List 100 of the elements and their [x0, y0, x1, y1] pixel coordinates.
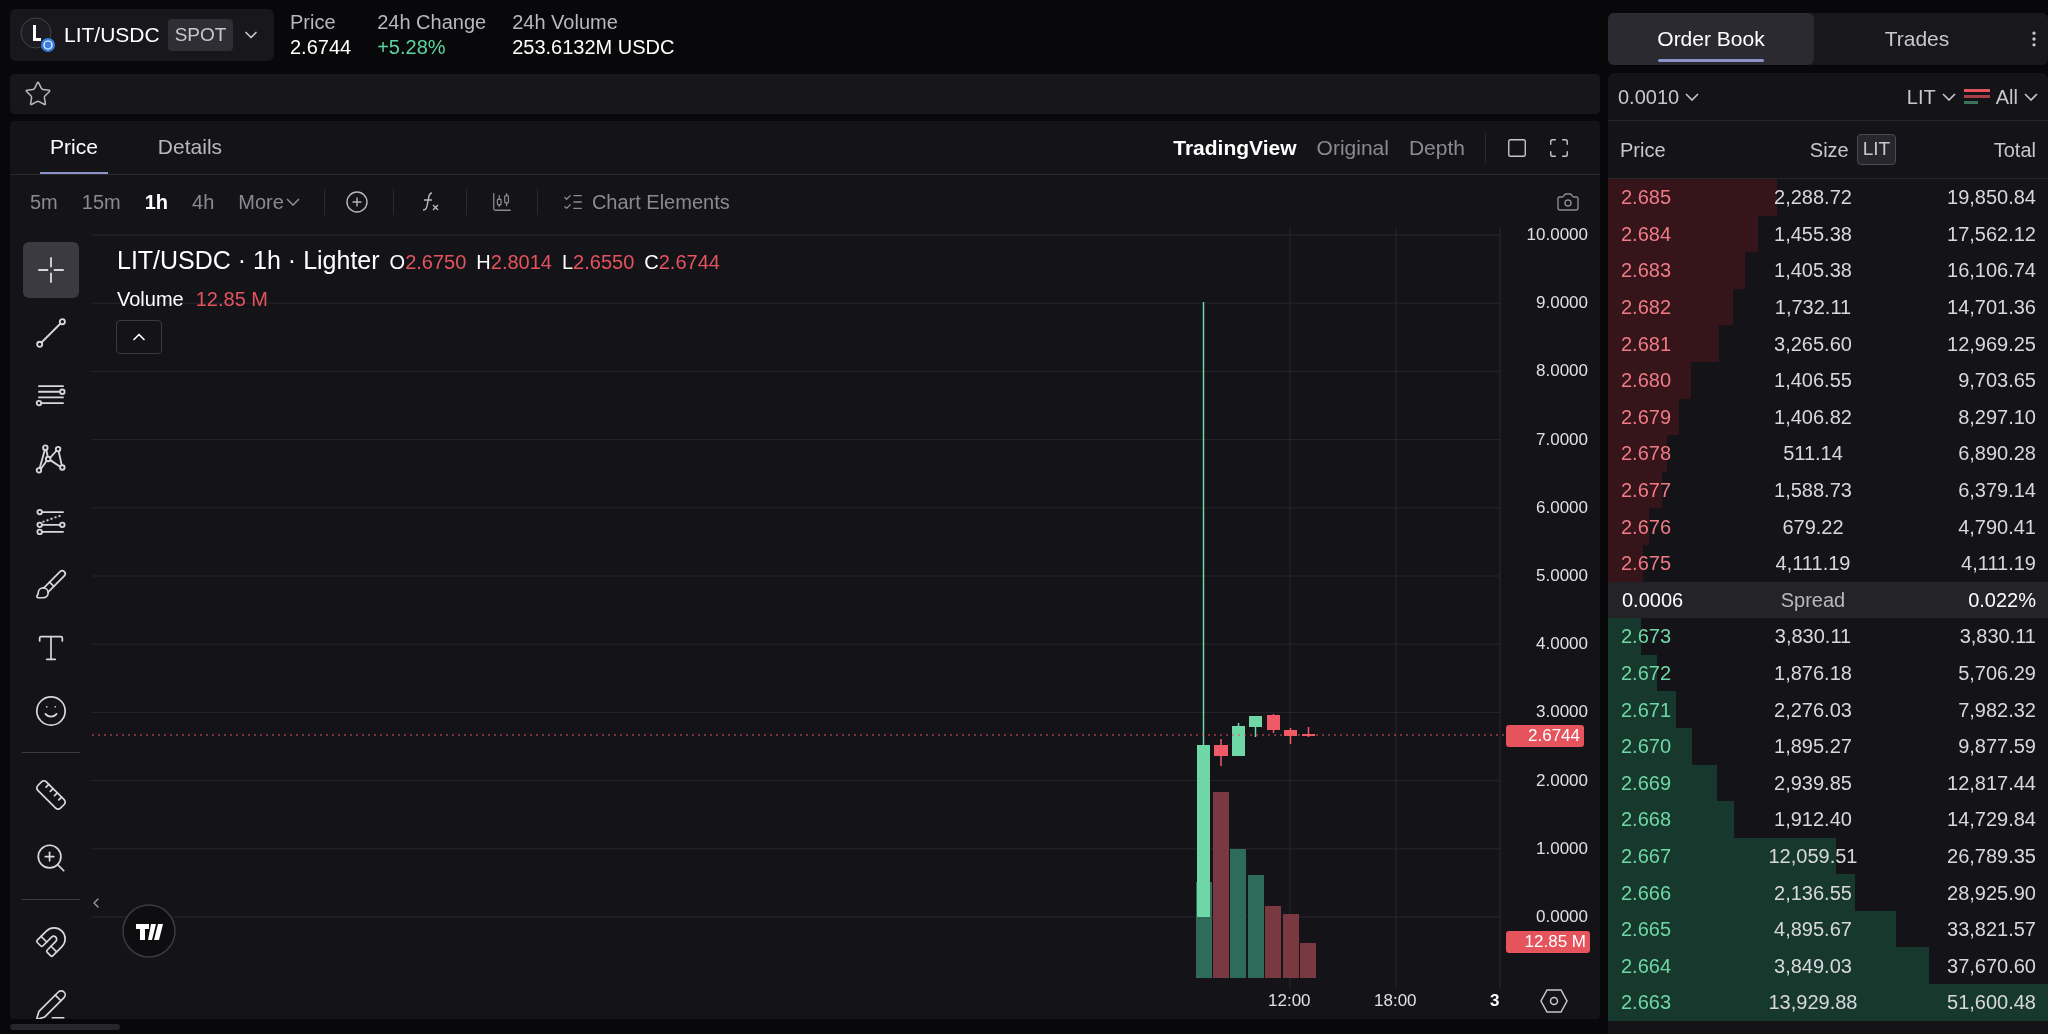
order-book-tab[interactable]: Trades	[1814, 13, 2020, 65]
interval-button[interactable]: 5m	[30, 186, 58, 217]
add-indicator-icon[interactable]	[344, 189, 369, 214]
order-size: 1,876.18	[1773, 661, 1853, 686]
order-book-tab[interactable]: Order Book	[1608, 13, 1814, 65]
pair-symbol: LIT/USDC	[64, 22, 160, 49]
spread-label: Spread	[1779, 587, 1847, 613]
price-axis-label: 7.0000	[1535, 430, 1588, 448]
order-total: 8,297.10	[1957, 404, 2037, 430]
order-price: 2.683	[1621, 259, 1672, 282]
ohlc-value: L2.6550	[561, 250, 635, 275]
order-price: 2.680	[1621, 369, 1672, 392]
square-icon[interactable]	[1506, 136, 1528, 159]
column-header: Total	[1992, 137, 2037, 163]
order-total: 14,729.84	[1946, 807, 2037, 833]
order-price: 2.673	[1621, 625, 1672, 648]
candle	[1232, 722, 1245, 757]
magnet-icon	[34, 924, 68, 959]
order-total: 9,703.65	[1957, 368, 2037, 394]
order-total: 5,706.29	[1957, 661, 2037, 686]
order-size: 3,849.03	[1773, 953, 1853, 979]
unit-dropdown[interactable]: LIT	[1906, 81, 1956, 112]
more-dropdown[interactable]: More	[238, 186, 300, 217]
column-header: Size	[1809, 137, 1849, 163]
order-total: 28,925.90	[1946, 880, 2037, 906]
stat-value: 253.6132M USDC	[512, 35, 675, 60]
interval-button[interactable]: 4h	[192, 186, 215, 217]
price-axis-label: 1.0000	[1535, 839, 1588, 857]
order-price: 2.677	[1621, 479, 1672, 502]
time-axis-label: 12:00	[1268, 992, 1311, 1009]
order-size: 2,288.72	[1773, 185, 1853, 211]
column-header: Price	[1619, 137, 1667, 163]
order-size: 1,406.55	[1773, 368, 1853, 394]
view-tab[interactable]: Depth	[1408, 131, 1465, 164]
order-price: 2.672	[1621, 662, 1672, 684]
scrollbar[interactable]	[10, 1023, 120, 1030]
volume-tag: 12.85 M	[1506, 931, 1590, 953]
chart-elements-button[interactable]: Chart Elements	[561, 186, 730, 217]
settings-icon[interactable]	[1540, 988, 1568, 1014]
order-total: 9,877.59	[1957, 734, 2037, 760]
chart-tab[interactable]: Details	[147, 121, 233, 174]
tick-size-dropdown[interactable]: 0.0010	[1618, 81, 1700, 112]
price-axis-label: 2.0000	[1535, 771, 1588, 789]
order-size: 1,406.82	[1773, 404, 1853, 430]
price-axis-label: 6.0000	[1535, 498, 1588, 516]
candle	[1267, 713, 1280, 734]
order-size: 679.22	[1781, 514, 1845, 540]
star-icon[interactable]	[24, 80, 52, 108]
logo-icon[interactable]	[122, 904, 176, 958]
fullscreen-icon[interactable]	[1548, 136, 1570, 159]
ohlc-value: O2.6750	[389, 250, 467, 275]
order-total: 6,890.28	[1957, 441, 2037, 467]
spread-percent: 0.022%	[1967, 587, 2037, 613]
side-filter-dropdown[interactable]: All	[1995, 81, 2038, 112]
chevron-down-icon	[1941, 92, 1956, 101]
order-total: 6,379.14	[1957, 478, 2037, 504]
order-size: 1,405.38	[1773, 258, 1853, 284]
chevron-down-icon	[285, 197, 300, 206]
volume-value: 12.85 M	[195, 286, 268, 312]
order-total: 14,701.36	[1946, 295, 2037, 321]
order-size: 4,111.19	[1774, 551, 1852, 577]
interval-button[interactable]: 1h	[144, 186, 169, 217]
order-price: 2.665	[1621, 918, 1672, 941]
order-size: 1,912.40	[1773, 807, 1853, 833]
interval-button[interactable]: 15m	[81, 186, 121, 217]
order-total: 33,821.57	[1946, 917, 2037, 943]
order-price: 2.670	[1621, 735, 1672, 758]
price-axis-label: 5.0000	[1535, 567, 1588, 584]
order-size: 12,059.51	[1767, 844, 1859, 869]
order-price: 2.682	[1621, 296, 1672, 319]
view-tab[interactable]: Original	[1316, 131, 1389, 164]
token-logo-icon	[20, 17, 56, 53]
drawing-tool[interactable]	[23, 241, 79, 298]
order-size: 3,830.11	[1773, 624, 1853, 650]
size-unit-toggle[interactable]: LIT	[1856, 134, 1897, 165]
candles-icon[interactable]	[490, 190, 513, 213]
order-price: 2.684	[1621, 222, 1672, 245]
order-total: 4,111.19	[1960, 551, 2037, 577]
order-price: 2.671	[1621, 698, 1672, 721]
pencil-icon	[34, 987, 68, 1019]
view-tab[interactable]: TradingView	[1173, 131, 1297, 164]
stat-value: +5.28%	[377, 35, 447, 60]
order-size: 2,939.85	[1773, 770, 1853, 796]
trend-line-icon	[34, 315, 68, 350]
ruler-icon	[34, 777, 68, 812]
pair-selector[interactable]: LIT/USDC SPOT	[10, 9, 274, 61]
order-size: 2,136.55	[1773, 880, 1853, 906]
order-total: 26,789.35	[1946, 844, 2037, 869]
time-axis-label: 18:00	[1374, 992, 1417, 1009]
order-size: 1,732.11	[1773, 295, 1853, 321]
market-badge: SPOT	[167, 18, 234, 52]
smiley-icon	[34, 693, 68, 728]
order-total: 37,670.60	[1946, 953, 2037, 979]
chart-title: LIT/USDC · 1h · Lighter	[117, 245, 380, 276]
ohlc-value: C2.6744	[644, 250, 720, 275]
order-price: 2.669	[1621, 771, 1672, 794]
order-price: 2.679	[1621, 405, 1672, 428]
chart-tab[interactable]: Price	[40, 121, 108, 174]
order-size: 3,265.60	[1773, 331, 1853, 357]
order-price: 2.664	[1621, 954, 1672, 977]
